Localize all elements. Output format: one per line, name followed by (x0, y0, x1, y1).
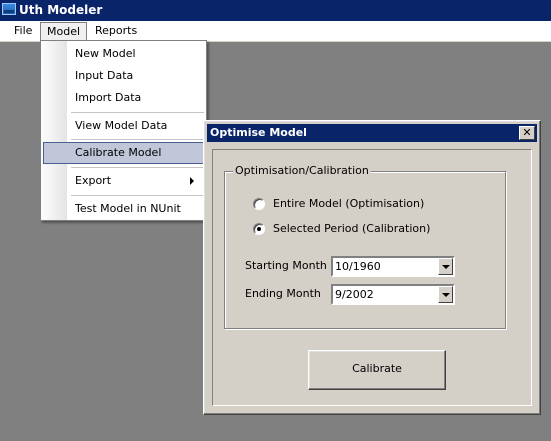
app-title-bar: Uth Modeler (0, 0, 551, 21)
menu-item-new-model[interactable]: New Model (43, 43, 204, 65)
menu-item-calibrate-model[interactable]: Calibrate Model (43, 142, 204, 164)
ending-month-select[interactable]: 9/2002 (331, 284, 455, 305)
menu-separator (71, 112, 204, 113)
radio-entire-model[interactable] (253, 198, 265, 210)
menu-separator (71, 167, 204, 168)
menu-item-view-model-data[interactable]: View Model Data (43, 115, 204, 137)
menu-item-export[interactable]: Export (43, 170, 204, 192)
menu-separator (71, 139, 204, 140)
app-title: Uth Modeler (19, 3, 103, 17)
dropdown-arrow-icon[interactable] (438, 258, 453, 275)
optimisation-calibration-group: Optimisation/Calibration Entire Model (O… (224, 164, 506, 329)
radio-selected-period[interactable] (253, 223, 265, 235)
model-menu-dropdown: New Model Input Data Import Data View Mo… (40, 40, 207, 221)
starting-month-select[interactable]: 10/1960 (331, 256, 455, 277)
menu-file[interactable]: File (8, 22, 38, 40)
ending-month-label: Ending Month (245, 287, 321, 300)
menu-model[interactable]: Model (40, 22, 88, 40)
calibrate-button[interactable]: Calibrate (308, 350, 446, 390)
menu-bar: File Model Reports (0, 21, 551, 42)
menu-reports[interactable]: Reports (89, 22, 143, 40)
dropdown-arrow-icon[interactable] (438, 286, 453, 303)
starting-month-label: Starting Month (245, 259, 327, 272)
app-icon (2, 3, 16, 15)
dialog-title-bar[interactable]: Optimise Model ✕ (207, 124, 537, 142)
close-icon[interactable]: ✕ (519, 126, 535, 140)
group-label: Optimisation/Calibration (233, 164, 371, 177)
menu-item-input-data[interactable]: Input Data (43, 65, 204, 87)
menu-item-test-model-in-nunit[interactable]: Test Model in NUnit (43, 198, 204, 220)
menu-separator (71, 195, 204, 196)
optimise-model-dialog: Optimise Model ✕ Optimisation/Calibratio… (203, 120, 541, 415)
submenu-arrow-icon (190, 177, 194, 185)
menu-item-import-data[interactable]: Import Data (43, 87, 204, 109)
dialog-title: Optimise Model (210, 126, 307, 139)
